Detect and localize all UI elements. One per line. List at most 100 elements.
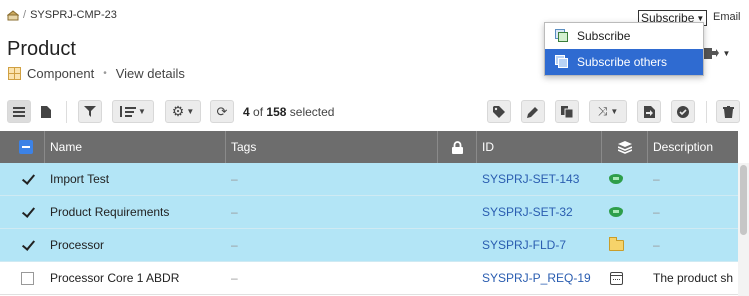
layers-icon	[617, 140, 632, 154]
document-view-button[interactable]	[34, 100, 58, 123]
approve-button[interactable]	[671, 100, 695, 123]
page-subtitle: Component • View details	[8, 66, 185, 81]
row-id-link[interactable]: SYSPRJ-P_REQ-19	[477, 262, 602, 294]
chevron-down-icon: ▼	[138, 107, 146, 116]
export-icon	[702, 48, 719, 59]
subscribe-option[interactable]: Subscribe	[545, 23, 703, 49]
import-icon	[643, 105, 655, 118]
row-id-link[interactable]: SYSPRJ-SET-143	[477, 163, 602, 195]
column-header-lock[interactable]	[438, 131, 477, 163]
set-icon	[609, 174, 623, 184]
column-header-name[interactable]: Name	[45, 131, 226, 163]
item-type-label: Component	[27, 66, 95, 81]
table-row[interactable]: Product Requirements – SYSPRJ-SET-32 –	[0, 196, 738, 229]
row-checkbox[interactable]	[21, 173, 34, 186]
copy-icon	[561, 105, 573, 118]
gear-icon: ⚙	[171, 103, 185, 119]
document-icon	[41, 105, 51, 118]
move-button[interactable]: ⤨ ▼	[589, 100, 627, 123]
import-button[interactable]	[637, 100, 661, 123]
list-icon	[13, 106, 25, 117]
items-table: Name Tags ID Description Import Test – S…	[0, 131, 738, 295]
table-row[interactable]: Processor – SYSPRJ-FLD-7 –	[0, 229, 738, 262]
column-header-type[interactable]	[602, 131, 648, 163]
toolbar: ▼ ⚙ ▼ ⟳ 4 of 158 selected ⤨ ▼	[0, 97, 749, 127]
table-row[interactable]: Processor Core 1 ABDR – SYSPRJ-P_REQ-19 …	[0, 262, 738, 295]
delete-button[interactable]	[716, 100, 740, 123]
set-icon	[609, 207, 623, 217]
breadcrumb-item[interactable]: SYSPRJ-CMP-23	[30, 9, 117, 21]
duplicate-button[interactable]	[555, 100, 579, 123]
pencil-icon	[527, 106, 538, 118]
row-lock	[438, 196, 477, 228]
chevron-down-icon: ▼	[610, 107, 619, 116]
row-tags: –	[231, 238, 238, 252]
tag-button[interactable]	[487, 100, 511, 123]
list-view-button[interactable]	[7, 100, 31, 123]
edit-button[interactable]	[521, 100, 545, 123]
refresh-button[interactable]: ⟳	[210, 100, 234, 123]
column-header-id[interactable]: ID	[477, 131, 602, 163]
email-link[interactable]: Email	[713, 11, 741, 23]
row-description: –	[653, 238, 660, 252]
selection-count: 4 of 158 selected	[243, 105, 335, 119]
row-id-link[interactable]: SYSPRJ-SET-32	[477, 196, 602, 228]
chevron-down-icon: ▼	[186, 107, 195, 116]
separator-dot: •	[103, 68, 107, 79]
row-name[interactable]: Product Requirements	[45, 196, 226, 228]
sort-button[interactable]: ▼	[112, 100, 154, 123]
export-button[interactable]: ▼	[700, 42, 732, 64]
refresh-icon: ⟳	[216, 103, 228, 119]
project-icon[interactable]	[7, 9, 19, 21]
row-name[interactable]: Processor	[45, 229, 226, 261]
filter-button[interactable]	[78, 100, 102, 123]
row-description: –	[653, 172, 660, 186]
chevron-down-icon: ▼	[722, 48, 731, 58]
view-details-link[interactable]: View details	[116, 66, 185, 81]
row-tags: –	[231, 205, 238, 219]
page-title: Product	[7, 38, 76, 60]
breadcrumb: / SYSPRJ-CMP-23	[7, 9, 117, 21]
row-description: –	[653, 205, 660, 219]
row-lock	[438, 229, 477, 261]
tag-icon	[493, 105, 505, 118]
column-header-description[interactable]: Description	[648, 131, 738, 163]
subscribe-others-icon	[555, 55, 569, 69]
row-name[interactable]: Processor Core 1 ABDR	[45, 262, 226, 294]
component-icon	[8, 67, 21, 80]
filter-icon	[84, 106, 96, 117]
sort-icon	[120, 106, 137, 117]
trash-icon	[722, 105, 734, 118]
subscribe-others-option-label: Subscribe others	[577, 55, 668, 69]
row-id-link[interactable]: SYSPRJ-FLD-7	[477, 229, 602, 261]
subscribe-others-option[interactable]: Subscribe others	[545, 49, 703, 75]
toolbar-divider	[706, 101, 707, 123]
folder-icon	[609, 236, 624, 251]
column-header-tags[interactable]: Tags	[226, 131, 438, 163]
requirement-icon	[610, 271, 623, 285]
subscribe-icon	[555, 29, 569, 43]
table-row[interactable]: Import Test – SYSPRJ-SET-143 –	[0, 163, 738, 196]
subscribe-menu: Subscribe Subscribe others	[544, 22, 704, 76]
scrollbar-thumb[interactable]	[740, 165, 747, 235]
shuffle-icon: ⤨	[597, 104, 608, 118]
vertical-scrollbar[interactable]	[738, 163, 749, 296]
select-all-header	[0, 131, 45, 163]
subscribe-option-label: Subscribe	[577, 29, 631, 43]
settings-button[interactable]: ⚙ ▼	[165, 100, 201, 123]
breadcrumb-separator: /	[23, 9, 27, 21]
row-tags: –	[231, 172, 238, 186]
row-checkbox[interactable]	[21, 271, 34, 285]
table-header: Name Tags ID Description	[0, 131, 738, 163]
row-name[interactable]: Import Test	[45, 163, 226, 195]
row-description: The product sh	[653, 271, 734, 285]
check-circle-icon	[677, 105, 689, 118]
row-checkbox[interactable]	[21, 239, 34, 252]
row-lock	[438, 262, 477, 294]
row-lock	[438, 163, 477, 195]
select-all-checkbox[interactable]	[19, 140, 33, 154]
row-tags: –	[231, 271, 238, 285]
lock-icon	[451, 140, 463, 154]
toolbar-divider	[66, 101, 67, 123]
row-checkbox[interactable]	[21, 206, 34, 219]
